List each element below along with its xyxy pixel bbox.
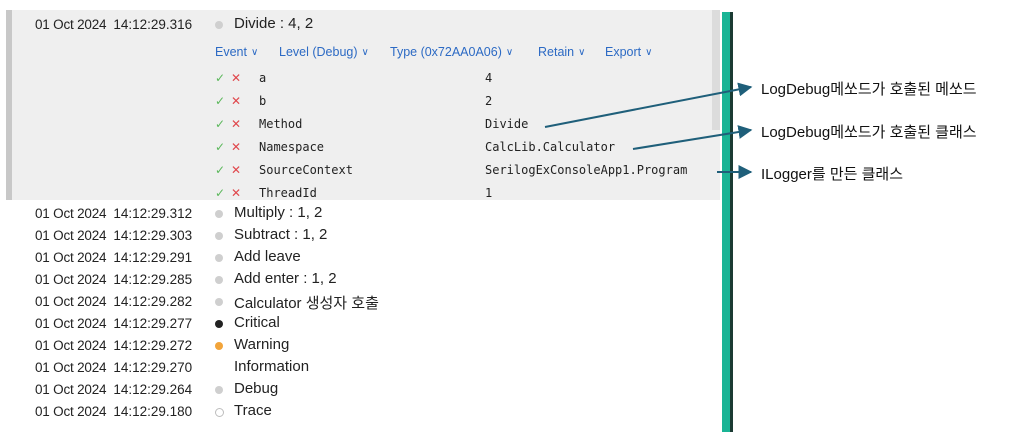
annotation-arrow-namespace — [632, 125, 753, 150]
annotation-namespace: LogDebug메쏘드가 호출된 클래스 — [761, 124, 977, 141]
annotation-method: LogDebug메쏘드가 호출된 메쏘드 — [761, 81, 977, 98]
annotation-arrow-method — [544, 82, 753, 128]
annotation-sourcecontext: ILogger를 만든 클래스 — [761, 166, 904, 183]
annotation-arrows — [544, 82, 753, 179]
